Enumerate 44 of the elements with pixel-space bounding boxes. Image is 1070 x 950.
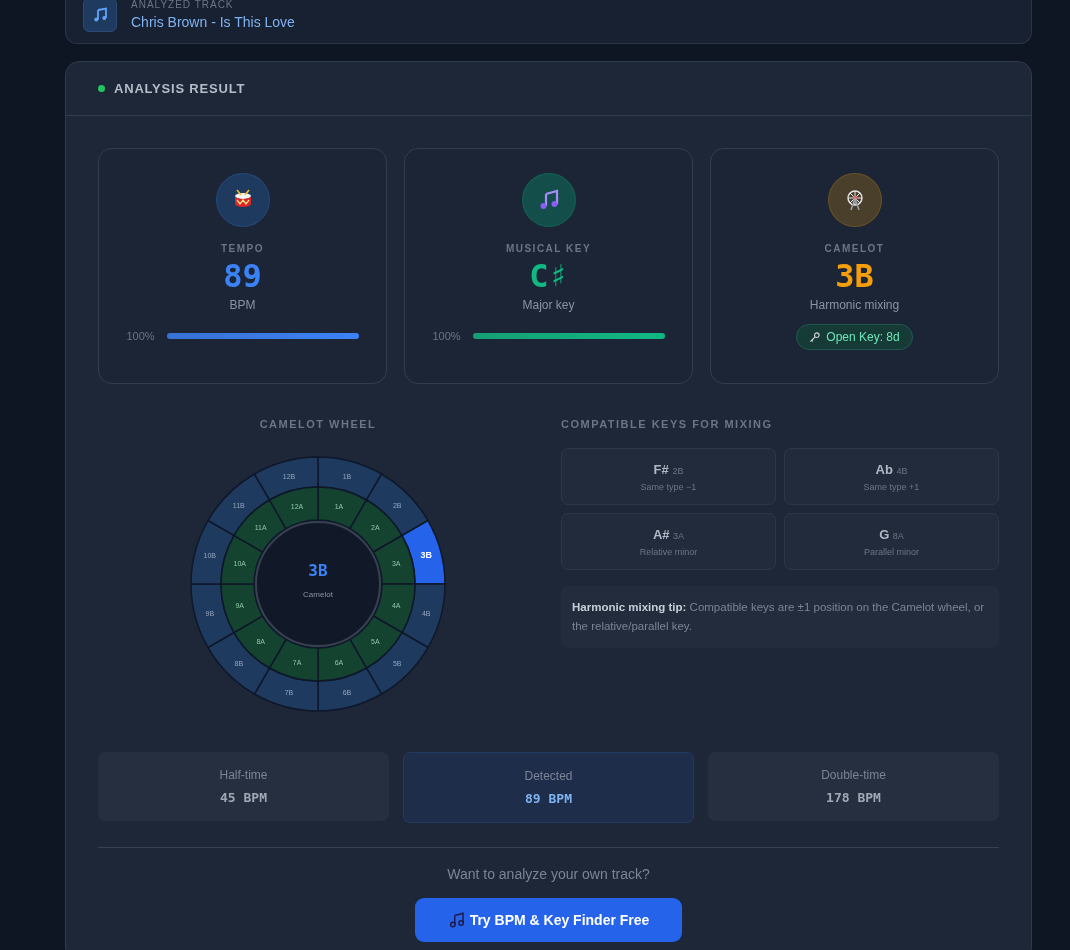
compatible-title: COMPATIBLE KEYS FOR MIXING xyxy=(561,418,773,430)
stat-label: TEMPO xyxy=(220,243,265,254)
open-key-badge: Open Key: 8d xyxy=(796,324,913,350)
wheel-center-value: 3B xyxy=(308,561,328,580)
music-note-icon xyxy=(83,0,117,32)
variant-value: 45 BPM xyxy=(220,790,267,805)
variant-label: Detected xyxy=(524,769,573,783)
stat-unit: Harmonic mixing xyxy=(809,298,900,312)
key-name: Ab 4B xyxy=(875,461,908,477)
music-notes-icon xyxy=(447,911,466,929)
stat-value: 89 xyxy=(223,258,262,294)
variant-label: Double-time xyxy=(821,768,886,782)
drum-icon xyxy=(215,173,270,227)
tip-text: Harmonic mixing tip: Compatible keys are ±1 position on the Camelot wheel, or the relative/parallel key. xyxy=(572,600,986,634)
key-name: G 8A xyxy=(879,526,904,542)
wheel-center-label: Camelot xyxy=(303,590,333,599)
key-note: Same type −1 xyxy=(640,481,697,492)
track-title: Chris Brown - Is This Love xyxy=(131,14,295,30)
key-name: F# 2B xyxy=(653,461,684,477)
key-icon xyxy=(809,331,821,343)
stat-unit: Major key xyxy=(522,298,575,312)
wheel-segment: 3B xyxy=(401,519,446,585)
stat-label: CAMELOT xyxy=(824,243,885,254)
status-dot-icon xyxy=(98,85,105,92)
variant-label: Half-time xyxy=(219,768,268,782)
key-note: Same type +1 xyxy=(863,481,920,492)
cta-prompt: Want to analyze your own track? xyxy=(447,866,650,882)
try-finder-button[interactable]: Try BPM & Key Finder Free xyxy=(415,898,682,942)
key-note: Relative minor xyxy=(639,546,698,557)
section-title: ANALYSIS RESULT xyxy=(114,81,246,96)
variant-value: 89 BPM xyxy=(525,791,572,806)
variant-value: 178 BPM xyxy=(826,790,881,805)
ferris-wheel-icon xyxy=(827,173,882,227)
stat-value: C♯ xyxy=(529,258,568,294)
wheel-title: CAMELOT WHEEL xyxy=(259,418,377,430)
key-note: Parallel minor xyxy=(864,546,919,557)
track-label: ANALYZED TRACK xyxy=(131,0,235,10)
key-name: A# 3A xyxy=(652,526,685,542)
music-notes-icon xyxy=(521,173,576,227)
stat-unit: BPM xyxy=(229,298,256,312)
confidence-label: 100% xyxy=(126,330,155,342)
stat-value: 3B xyxy=(835,258,874,294)
stat-label: MUSICAL KEY xyxy=(505,243,592,254)
confidence-label: 100% xyxy=(432,330,461,342)
